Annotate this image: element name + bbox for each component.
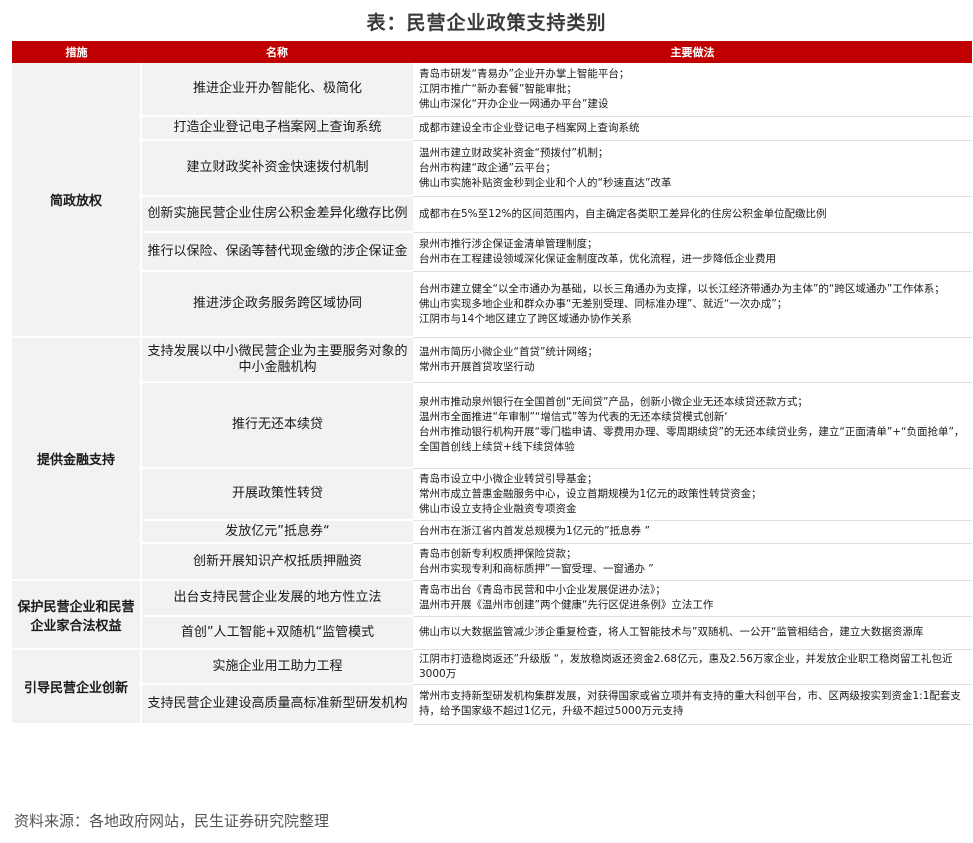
practice-cell: 泉州市推动泉州银行在全国首创“无间贷”产品，创新小微企业无还本续贷还款方式； 温州… (413, 382, 972, 469)
policy-name-cell: 创新实施民营企业住房公积金差异化缴存比例 (140, 196, 413, 233)
table-row: 推进涉企政务服务跨区域协同 台州市建立健全“以全市通办为基础，以长三角通办为支撑，… (12, 271, 972, 338)
practice-line: 台州市在工程建设领域深化保证金制度改革，优化流程，进一步降低企业费用 (419, 252, 776, 265)
policy-name-cell: 推行无还本续贷 (140, 382, 413, 469)
header-row: 措施 名称 主要做法 (12, 41, 972, 63)
practice-cell: 温州市简历小微企业“首贷”统计网络； 常州市开展首贷攻坚行动 (413, 337, 972, 383)
table-row: 引导民营企业创新 实施企业用工助力工程 江阴市打造稳岗返还”升级版 “，发放稳岗返还… (12, 649, 972, 725)
practice-cell: 成都市建设全市企业登记电子档案网上查询系统 (413, 116, 972, 141)
practice-line: 佛山市实施补贴资金秒到企业和个人的“秒速直达”改革 (419, 176, 672, 189)
header-name: 名称 (141, 41, 413, 63)
category-cell: 引导民营企业创新 (12, 649, 141, 725)
practice-line: 台州市推动银行机构开展“零门槛申请、零费用办理、零周期续贷”的无还本续贷业务，建… (419, 426, 965, 453)
table-title: 表：民营企业政策支持类别 (366, 12, 607, 34)
practice-cell: 江阴市打造稳岗返还”升级版 “，发放稳岗返还资金2.68亿元，惠及2.56万家企… (413, 649, 972, 685)
table-row: 首创”人工智能+双随机“监管模式 佛山市以大数据监管减少涉企重复检查，将人工智能技… (12, 616, 972, 650)
practice-cell: 台州市在浙江省内首发总规模为1亿元的”抵息券 ” (413, 520, 972, 544)
table-row: 发放亿元”抵息券“ 台州市在浙江省内首发总规模为1亿元的”抵息券 ” (12, 520, 972, 544)
practice-cell: 佛山市以大数据监管减少涉企重复检查，将人工智能技术与”双随机、一公开“监管相结合… (413, 616, 972, 650)
table-row: 保护民营企业和民营企业家合法权益 出台支持民营企业发展的地方性立法 青岛市出台《青岛… (12, 580, 972, 650)
practice-line: 成都市在5%至12%的区间范围内，自主确定各类职工差异化的住房公积金单位配缴比例 (419, 207, 827, 220)
table-row: 提供金融支持 支持发展以中小微民营企业为主要服务对象的中小金融机构 温州市简历小微企… (12, 337, 972, 581)
table-row: 创新实施民营企业住房公积金差异化缴存比例 成都市在5%至12%的区间范围内，自主确… (12, 196, 972, 233)
practice-line: 江阴市推广“新办套餐”智能审批； (419, 82, 577, 95)
practice-line: 江阴市打造稳岗返还”升级版 “，发放稳岗返还资金2.68亿元，惠及2.56万家企… (419, 652, 953, 680)
practice-line: 佛山市深化“开办企业一网通办平台”建设 (419, 97, 609, 110)
table-row: 打造企业登记电子档案网上查询系统 成都市建设全市企业登记电子档案网上查询系统 (12, 116, 972, 141)
practice-cell: 台州市建立健全“以全市通办为基础，以长三角通办为支撑，以长江经济带通办为主体”的… (413, 271, 972, 338)
practice-cell: 温州市建立财政奖补资金“预拨付”机制； 台州市构建“政企通”云平台； 佛山市实施补贴… (413, 140, 972, 197)
policy-name-cell: 打造企业登记电子档案网上查询系统 (140, 116, 413, 141)
table-row: 建立财政奖补资金快速拨付机制 温州市建立财政奖补资金“预拨付”机制； 台州市构建“政… (12, 140, 972, 197)
practice-line: 温州市简历小微企业“首贷”统计网络； (419, 345, 598, 358)
policy-name-cell: 实施企业用工助力工程 (140, 649, 413, 685)
practice-cell: 成都市在5%至12%的区间范围内，自主确定各类职工差异化的住房公积金单位配缴比例 (413, 196, 972, 233)
practice-line: 温州市建立财政奖补资金“预拨付”机制； (419, 146, 609, 159)
practice-line: 佛山市设立支持企业融资专项资金 (419, 502, 577, 515)
policy-name-cell: 推进企业开办智能化、极简化 (140, 63, 413, 117)
policy-name-cell: 出台支持民营企业发展的地方性立法 (140, 580, 413, 617)
table-row: 推行无还本续贷 泉州市推动泉州银行在全国首创“无间贷”产品，创新小微企业无还本续贷… (12, 382, 972, 469)
practice-line: 青岛市设立中小微企业转贷引导基金； (419, 472, 598, 485)
policy-name-cell: 支持民营企业建设高质量高标准新型研发机构 (140, 684, 413, 725)
category-cell: 保护民营企业和民营企业家合法权益 (12, 580, 141, 650)
policy-name-cell: 首创”人工智能+双随机“监管模式 (140, 616, 413, 650)
practice-line: 佛山市实现多地企业和群众办事“无差别受理、同标准办理”、就近“一次办成”； (419, 297, 788, 310)
practice-line: 泉州市推动泉州银行在全国首创“无间贷”产品，创新小微企业无还本续贷还款方式； (419, 396, 808, 408)
practice-line: 佛山市以大数据监管减少涉企重复检查，将人工智能技术与”双随机、一公开“监管相结合… (419, 626, 924, 638)
practice-line: 台州市建立健全“以全市通办为基础，以长三角通办为支撑，以长江经济带通办为主体”的… (419, 282, 945, 295)
practice-line: 江阴市与14个地区建立了跨区域通办协作关系 (419, 312, 632, 325)
header-practice: 主要做法 (413, 41, 972, 63)
header-measure: 措施 (12, 41, 141, 63)
practice-line: 台州市构建“政企通”云平台； (419, 161, 556, 174)
policy-name-cell: 发放亿元”抵息券“ (140, 520, 413, 544)
practice-line: 台州市实现专利和商标质押”一窗受理、一窗通办 ” (419, 562, 654, 575)
policy-name-cell: 推行以保险、保函等替代现金缴的涉企保证金 (140, 232, 413, 272)
policy-name-cell: 支持发展以中小微民营企业为主要服务对象的中小金融机构 (140, 337, 413, 383)
practice-line: 温州市全面推进“年审制”“增信式”等为代表的无还本续贷模式创新‘ (419, 411, 728, 423)
policy-name-cell: 推进涉企政务服务跨区域协同 (140, 271, 413, 338)
practice-line: 常州市开展首贷攻坚行动 (419, 360, 535, 373)
practice-line: 常州市成立普惠金融服务中心，设立首期规模为1亿元的政策性转贷资金； (419, 487, 762, 500)
table-row: 推行以保险、保函等替代现金缴的涉企保证金 泉州市推行涉企保证金清单管理制度； 台州市… (12, 232, 972, 272)
practice-cell: 青岛市设立中小微企业转贷引导基金； 常州市成立普惠金融服务中心，设立首期规模为1亿… (413, 468, 972, 521)
table-row: 简政放权 推进企业开办智能化、极简化 青岛市研发“青易办”企业开办掌上智能平台； 江阴… (12, 63, 972, 338)
practice-cell: 青岛市研发“青易办”企业开办掌上智能平台； 江阴市推广“新办套餐”智能审批； 佛山市… (413, 63, 972, 117)
practice-line: 青岛市研发“青易办”企业开办掌上智能平台； (419, 67, 630, 80)
table-row: 支持民营企业建设高质量高标准新型研发机构 常州市支持新型研发机构集群发展，对获得国… (12, 684, 972, 725)
category-cell: 提供金融支持 (12, 337, 141, 581)
practice-cell: 泉州市推行涉企保证金清单管理制度； 台州市在工程建设领域深化保证金制度改革，优化流… (413, 232, 972, 272)
source-note: 资料来源：各地政府网站，民生证券研究院整理 (14, 812, 330, 830)
table-row: 创新开展知识产权抵质押融资 青岛市创新专利权质押保险贷款； 台州市实现专利和商标质押… (12, 543, 972, 581)
practice-line: 温州市开展《温州市创建”两个健康“先行区促进条例》立法工作 (419, 599, 714, 611)
category-cell: 简政放权 (12, 63, 141, 338)
practice-line: 成都市建设全市企业登记电子档案网上查询系统 (419, 121, 640, 134)
practice-cell: 青岛市创新专利权质押保险贷款； 台州市实现专利和商标质押”一窗受理、一窗通办 ” (413, 543, 972, 581)
practice-line: 常州市支持新型研发机构集群发展，对获得国家或省立项并有支持的重大科创平台，市、区… (419, 690, 961, 717)
policy-name-cell: 建立财政奖补资金快速拨付机制 (140, 140, 413, 197)
table-row: 开展政策性转贷 青岛市设立中小微企业转贷引导基金； 常州市成立普惠金融服务中心，设立… (12, 468, 972, 521)
policy-table: 措施 名称 主要做法 简政放权 推进企业开办智能化、极简化 青岛市研发“青易办”企业… (12, 41, 972, 725)
practice-line: 青岛市创新专利权质押保险贷款； (419, 547, 577, 560)
practice-line: 青岛市出台《青岛市民营和中小企业发展促进办法》； (419, 584, 666, 596)
practice-line: 台州市在浙江省内首发总规模为1亿元的”抵息券 ” (419, 525, 650, 537)
policy-name-cell: 开展政策性转贷 (140, 468, 413, 521)
practice-cell: 青岛市出台《青岛市民营和中小企业发展促进办法》； 温州市开展《温州市创建”两个健康… (413, 580, 972, 617)
policy-name-cell: 创新开展知识产权抵质押融资 (140, 543, 413, 581)
practice-line: 泉州市推行涉企保证金清单管理制度； (419, 237, 598, 250)
practice-cell: 常州市支持新型研发机构集群发展，对获得国家或省立项并有支持的重大科创平台，市、区… (413, 684, 972, 725)
